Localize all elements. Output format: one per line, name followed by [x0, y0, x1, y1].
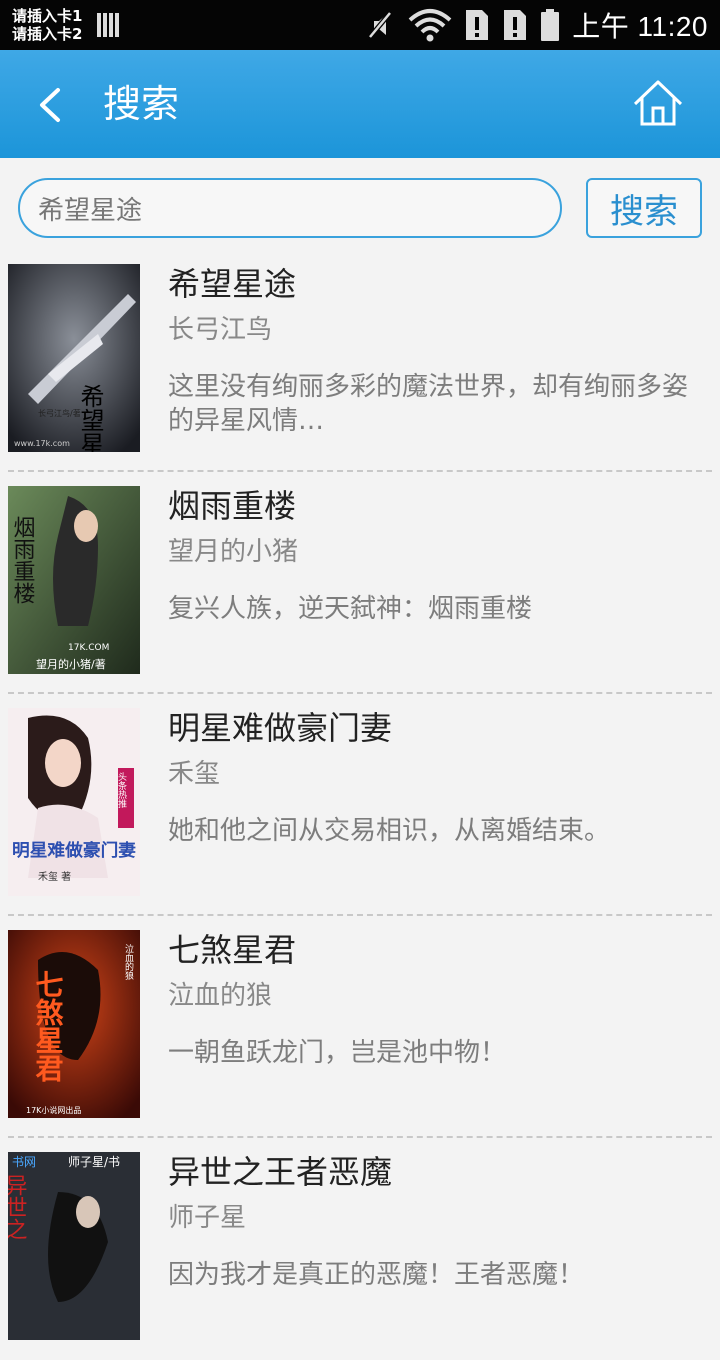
- battery-icon: [541, 9, 560, 41]
- cover-author-text: 长弓江鸟/著: [38, 408, 81, 418]
- book-cover: 烟雨重楼 17K.COM 望月的小猪/著: [8, 486, 140, 674]
- book-author: 师子星: [168, 1203, 247, 1233]
- wifi-icon: [408, 9, 452, 42]
- cover-author-text: 泣血的狼: [123, 943, 134, 981]
- cover-title-text: 希望星途: [76, 384, 104, 452]
- cover-author-text: 望月的小猪/著: [36, 657, 106, 671]
- app-header: 搜索: [0, 50, 720, 158]
- cover-mark-text: 17K.COM: [68, 643, 109, 653]
- book-cover: 书网 师子星/书 异世之: [8, 1152, 140, 1340]
- cover-mark-text: 头条热推: [116, 772, 127, 809]
- clock: 上午 11:20: [572, 11, 708, 42]
- home-icon[interactable]: [632, 78, 684, 130]
- book-description: 她和他之间从交易相识，从离婚结束。: [168, 816, 611, 846]
- book-cover: 头条热推 明星难做豪门妻 禾玺 著: [8, 708, 140, 896]
- book-description: 这里没有绚丽多彩的魔法世界，却有绚丽多姿的异星风情…: [168, 372, 689, 436]
- sim-status: 请插入卡1 请插入卡2: [12, 7, 82, 43]
- cover-title-text: 明星难做豪门妻: [12, 840, 136, 861]
- book-author: 望月的小猪: [168, 537, 299, 567]
- cover-title-text: 异世之: [8, 1174, 27, 1240]
- book-item[interactable]: 烟雨重楼 17K.COM 望月的小猪/著 烟雨重楼 望月的小猪 复兴人族，逆天弑…: [0, 472, 720, 694]
- book-item[interactable]: 希望星途 长弓江鸟/著 www.17k.com 希望星途 长弓江鸟 这里没有绚丽…: [0, 250, 720, 472]
- mute-icon: [368, 11, 393, 39]
- sim-card-alert-icon-2: [504, 10, 527, 40]
- cover-author-text: 禾玺 著: [38, 870, 71, 883]
- page-title: 搜索: [103, 82, 180, 126]
- book-list: 希望星途 长弓江鸟/著 www.17k.com 希望星途 长弓江鸟 这里没有绚丽…: [0, 250, 720, 1360]
- book-item[interactable]: 头条热推 明星难做豪门妻 禾玺 著 明星难做豪门妻 禾玺 她和他之间从交易相识，…: [0, 694, 720, 916]
- signal-bars-icon: [97, 13, 119, 37]
- sim2-label: 请插入卡2: [12, 25, 83, 43]
- sim1-label: 请插入卡1: [12, 7, 83, 25]
- back-arrow-icon[interactable]: [30, 80, 74, 130]
- cover-author-text: 师子星/书: [68, 1155, 120, 1169]
- book-description: 一朝鱼跃龙门，岂是池中物！: [168, 1038, 507, 1068]
- book-item[interactable]: 书网 师子星/书 异世之 异世之王者恶魔 师子星 因为我才是真正的恶魔！王者恶魔…: [0, 1138, 720, 1360]
- book-item[interactable]: 泣血的狼 七煞星君 17K小说网出品 七煞星君 泣血的狼 一朝鱼跃龙门，岂是池中…: [0, 916, 720, 1138]
- book-title: 异世之王者恶魔: [168, 1153, 393, 1191]
- book-description: 复兴人族，逆天弑神：烟雨重楼: [168, 594, 533, 624]
- book-description: 因为我才是真正的恶魔！王者恶魔！: [168, 1260, 585, 1290]
- cover-title-text: 七煞星君: [32, 970, 65, 1082]
- book-author: 禾玺: [168, 759, 221, 789]
- status-bar: 请插入卡1 请插入卡2 上午 11:20: [0, 0, 720, 50]
- book-author: 长弓江鸟: [168, 315, 273, 345]
- cover-mark-text: 17K小说网出品: [26, 1105, 81, 1115]
- cover-title-text: 烟雨重楼: [10, 516, 36, 604]
- search-input[interactable]: [18, 178, 562, 238]
- book-author: 泣血的狼: [168, 981, 273, 1011]
- status-icons: 上午 11:20: [364, 0, 708, 50]
- cover-mark-text: www.17k.com: [14, 439, 70, 448]
- book-title: 希望星途: [168, 265, 297, 303]
- book-title: 七煞星君: [168, 931, 297, 969]
- book-cover: 希望星途 长弓江鸟/著 www.17k.com: [8, 264, 140, 452]
- book-title: 烟雨重楼: [168, 487, 297, 525]
- book-cover: 泣血的狼 七煞星君 17K小说网出品: [8, 930, 140, 1118]
- search-button[interactable]: 搜索: [586, 178, 702, 238]
- book-title: 明星难做豪门妻: [168, 709, 393, 747]
- sim-card-alert-icon: [466, 10, 489, 40]
- cover-mark-text: 书网: [12, 1155, 36, 1169]
